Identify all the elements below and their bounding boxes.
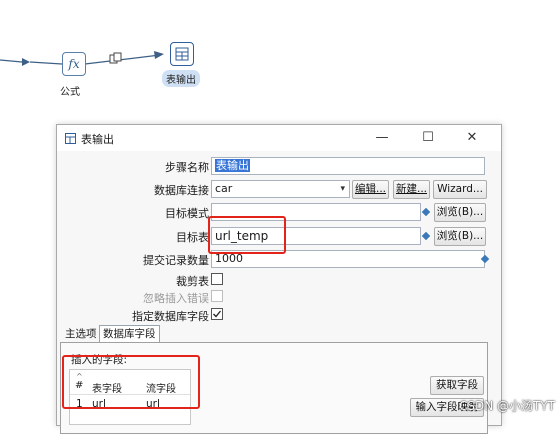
formula-step-label: 公式	[60, 87, 80, 98]
step-name-input[interactable]: 表输出	[211, 157, 485, 175]
close-button[interactable]: ✕	[460, 129, 484, 147]
highlight-target-table	[208, 216, 286, 254]
formula-step[interactable]: fx	[62, 52, 86, 76]
maximize-button[interactable]: ☐	[416, 129, 440, 147]
watermark: CSDN @小汤TYT	[458, 399, 555, 413]
variable-icon	[421, 207, 431, 217]
db-connection-label: 数据库连接	[154, 184, 209, 197]
table-output-icon	[175, 47, 189, 61]
tab-main-options[interactable]: 主选项	[62, 326, 100, 342]
table-output-icon	[65, 133, 76, 144]
browse-table-button[interactable]: 浏览(B)...	[434, 227, 486, 246]
dialog-title: 表输出	[81, 133, 114, 146]
table-output-step[interactable]	[170, 42, 194, 66]
ignore-errors-label: 忽略插入错误	[143, 292, 209, 305]
truncate-checkbox[interactable]	[211, 273, 223, 285]
target-schema-label: 目标模式	[165, 207, 209, 220]
commit-size-label: 提交记录数量	[143, 254, 209, 267]
truncate-label: 裁剪表	[176, 275, 209, 288]
wizard-button[interactable]: Wizard...	[433, 180, 487, 199]
browse-schema-button[interactable]: 浏览(B)...	[434, 203, 486, 222]
checkmark-icon	[213, 310, 222, 318]
variable-icon	[421, 231, 431, 241]
specify-fields-label: 指定数据库字段	[132, 310, 209, 323]
specify-fields-checkbox[interactable]	[211, 308, 223, 320]
step-name-label: 步骤名称	[165, 161, 209, 174]
target-table-label: 目标表	[176, 231, 209, 244]
db-connection-select[interactable]: car ▾	[211, 180, 350, 198]
table-output-step-label: 表输出	[162, 70, 200, 87]
minimize-button[interactable]: —	[370, 129, 394, 147]
edit-connection-button[interactable]: 编辑...	[352, 180, 389, 199]
dialog-titlebar[interactable]: 表输出 — ☐ ✕	[57, 125, 501, 151]
ignore-errors-checkbox[interactable]	[211, 290, 223, 302]
tab-database-fields[interactable]: 数据库字段	[99, 325, 160, 342]
chevron-down-icon: ▾	[340, 184, 345, 194]
formula-icon: fx	[68, 57, 80, 71]
copy-rows-icon	[109, 52, 122, 64]
get-fields-button[interactable]: 获取字段	[430, 376, 484, 395]
new-connection-button[interactable]: 新建...	[393, 180, 430, 199]
highlight-fields-table	[62, 355, 200, 409]
